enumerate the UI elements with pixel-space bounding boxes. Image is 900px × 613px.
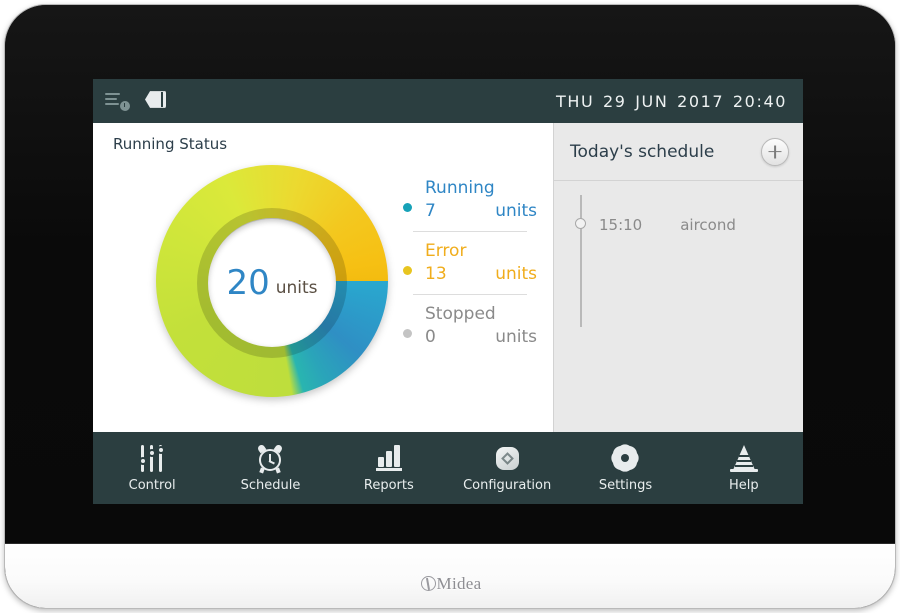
nav-label-schedule: Schedule — [240, 477, 301, 493]
add-schedule-button[interactable] — [761, 137, 789, 166]
status-bar-datetime: THU 29 JUN 2017 20:40 — [555, 91, 787, 111]
nav-label-reports: Reports — [363, 477, 414, 493]
touch-panel-device: THU 29 JUN 2017 20:40 Running Status 20 u… — [4, 4, 896, 609]
back-bubble-icon[interactable] — [145, 90, 169, 112]
legend-item-stopped[interactable]: Stopped 0 units — [401, 303, 541, 349]
running-status-donut-chart[interactable]: 20 units — [148, 159, 396, 407]
nav-item-settings[interactable]: Settings — [566, 432, 684, 504]
donut-center-label: 20 units — [226, 263, 317, 303]
timeline-event-marker[interactable] — [575, 218, 586, 229]
legend-item-error[interactable]: Error 13 units — [401, 240, 541, 286]
legend-unit-error: units — [495, 264, 537, 284]
status-bar-icons — [93, 90, 169, 112]
nav-item-configuration[interactable]: Configuration — [448, 432, 566, 504]
legend-separator — [413, 294, 527, 295]
bottom-navigation-bar: Control Schedule Reports Configuration S… — [93, 432, 803, 504]
main-content: Running Status 20 units Running 7 units … — [93, 123, 803, 462]
donut-total-value: 20 — [226, 263, 270, 303]
traffic-cone-icon — [729, 444, 759, 473]
nav-label-help: Help — [728, 477, 759, 493]
legend-dot-error — [403, 266, 412, 275]
brand-name: Midea — [436, 574, 482, 593]
legend-unit-running: units — [495, 201, 537, 221]
nav-label-control: Control — [128, 477, 176, 493]
legend-label-running: Running — [425, 178, 495, 198]
nav-item-schedule[interactable]: Schedule — [211, 432, 329, 504]
sliders-icon — [137, 444, 167, 473]
legend-unit-stopped: units — [495, 327, 537, 347]
brand-logo: Midea — [5, 574, 895, 594]
alarm-clock-icon — [255, 443, 285, 474]
event-name: aircond — [680, 216, 736, 234]
legend-value-running: 7 — [425, 201, 436, 221]
config-diamond-icon — [492, 444, 522, 473]
status-bar: THU 29 JUN 2017 20:40 — [93, 79, 803, 123]
log-lines — [105, 93, 120, 107]
status-legend: Running 7 units Error 13 units Stopped 0… — [401, 177, 541, 349]
schedule-title: Today's schedule — [570, 141, 715, 162]
nav-item-control[interactable]: Control — [93, 432, 211, 504]
log-clock-icon[interactable] — [105, 90, 130, 112]
bubble-shape — [145, 91, 166, 108]
event-time: 15:10 — [599, 216, 643, 234]
nav-item-help[interactable]: Help — [685, 432, 803, 504]
nav-label-configuration: Configuration — [463, 477, 552, 493]
legend-value-stopped: 0 — [425, 327, 436, 347]
schedule-event-row[interactable]: 15:10 aircond — [599, 216, 736, 234]
running-status-panel: Running Status 20 units Running 7 units … — [93, 123, 554, 462]
legend-separator — [413, 231, 527, 232]
legend-dot-stopped — [403, 329, 412, 338]
page-title: Running Status — [113, 135, 228, 153]
legend-label-error: Error — [425, 241, 467, 261]
legend-dot-running — [403, 203, 412, 212]
nav-label-settings: Settings — [598, 477, 653, 493]
bar-chart-icon — [374, 444, 404, 473]
touchscreen: THU 29 JUN 2017 20:40 Running Status 20 u… — [93, 79, 803, 504]
nav-item-reports[interactable]: Reports — [330, 432, 448, 504]
legend-item-running[interactable]: Running 7 units — [401, 177, 541, 223]
midea-logo-icon — [420, 576, 436, 591]
todays-schedule-panel: Today's schedule 15:10 aircond 1 Events — [554, 123, 803, 462]
legend-value-error: 13 — [425, 264, 447, 284]
legend-label-stopped: Stopped — [425, 304, 496, 324]
schedule-timeline — [580, 195, 582, 327]
donut-total-unit: units — [275, 278, 318, 298]
clock-dial — [120, 101, 130, 111]
schedule-header: Today's schedule — [554, 123, 803, 181]
gear-icon — [608, 440, 643, 475]
